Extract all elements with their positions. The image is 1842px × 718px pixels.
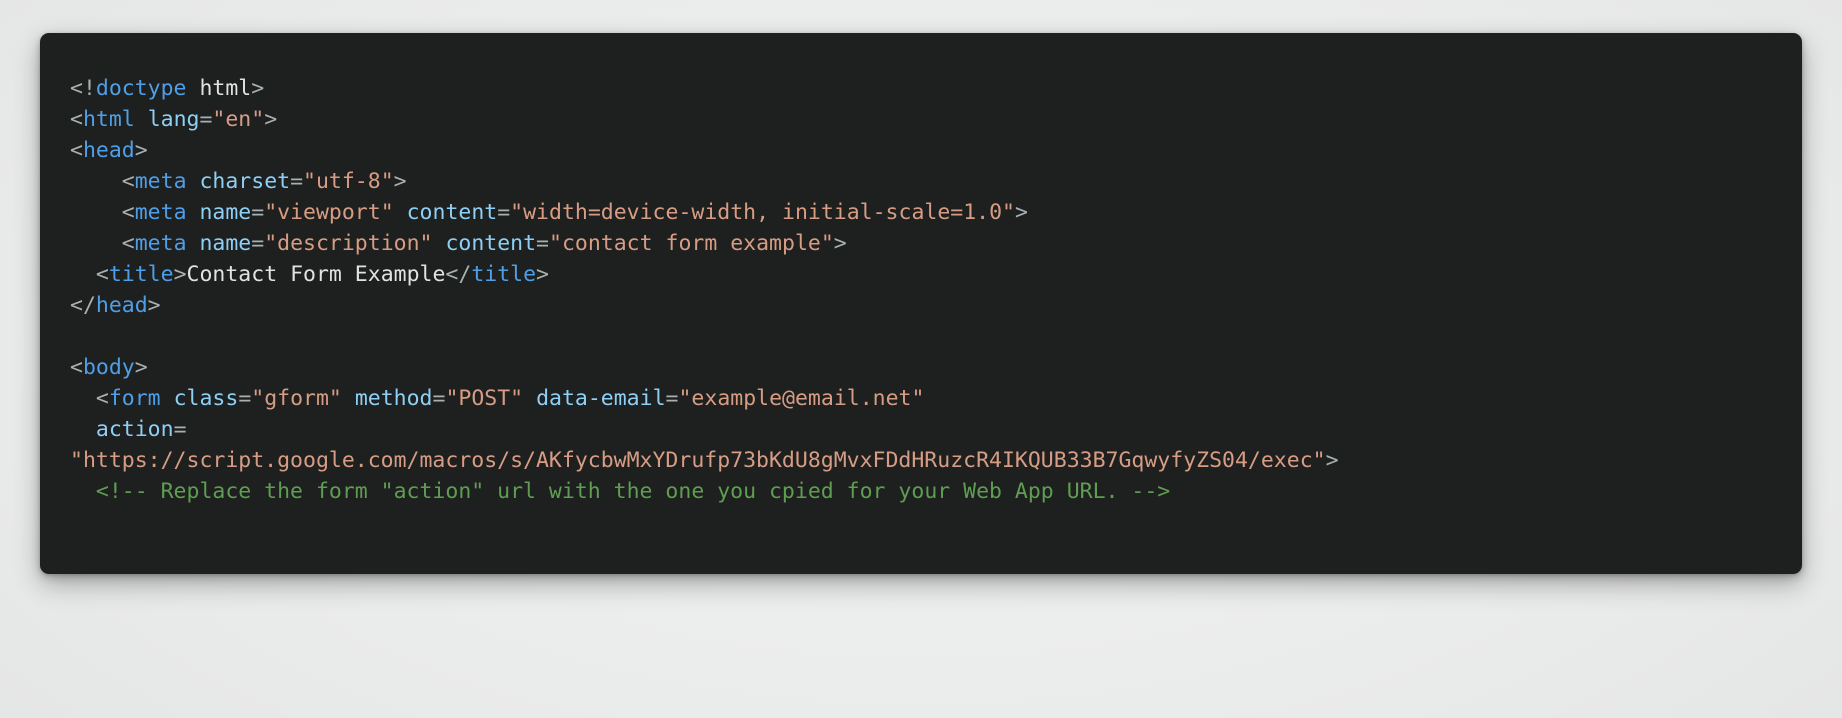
code-line: <!-- Replace the form "action" url with …	[70, 476, 1802, 507]
code-token-attr: class	[173, 386, 239, 411]
code-token-attr: name	[199, 200, 252, 225]
code-token-punc: <	[121, 169, 135, 194]
code-token-tag: title	[108, 262, 174, 287]
code-token-punc: >	[251, 76, 265, 101]
code-token-tag: doctype	[95, 76, 187, 101]
code-token-punc: >	[1325, 448, 1339, 473]
code-token-tag: meta	[134, 169, 187, 194]
code-listing[interactable]: <!doctype html> <html lang="en"> <head> …	[40, 73, 1802, 507]
code-token-punc: <	[121, 200, 135, 225]
code-token-punc: >	[134, 138, 148, 163]
code-token-punc: =	[536, 231, 549, 256]
code-token-text: html	[199, 76, 252, 101]
code-token-punc: <	[70, 355, 83, 380]
code-token-val: "example@email.net"	[678, 386, 925, 411]
code-token-tag: title	[471, 262, 537, 287]
code-token-punc: =	[199, 107, 213, 132]
code-line: <body>	[70, 352, 1802, 383]
code-line: <form class="gform" method="POST" data-e…	[70, 383, 1802, 414]
code-token-punc: >	[134, 355, 148, 380]
code-line: <head>	[70, 135, 1802, 166]
code-token-punc: >	[833, 231, 847, 256]
code-token-punc: >	[536, 262, 549, 287]
code-token-cmt: <!-- Replace the form "action" url with …	[95, 479, 1171, 504]
code-token-punc: <	[95, 386, 109, 411]
code-token-punc: </	[445, 262, 472, 287]
code-token-val: "POST"	[445, 386, 524, 411]
code-token-punc: >	[147, 293, 161, 318]
screenshot-stage: <!doctype html> <html lang="en"> <head> …	[0, 0, 1842, 718]
code-token-tag: meta	[134, 200, 187, 225]
code-token-val: "en"	[212, 107, 265, 132]
code-token-attr: charset	[199, 169, 291, 194]
code-token-val: "utf-8"	[303, 169, 394, 194]
code-line: "https://script.google.com/macros/s/AKfy…	[70, 445, 1802, 476]
code-token-punc: <	[70, 107, 83, 132]
code-token-attr: action	[95, 417, 174, 442]
code-token-punc: =	[251, 200, 265, 225]
code-token-punc: <	[95, 262, 109, 287]
code-line: </head>	[70, 290, 1802, 321]
code-line: <meta charset="utf-8">	[70, 166, 1802, 197]
code-line: <html lang="en">	[70, 104, 1802, 135]
code-token-punc: =	[251, 231, 265, 256]
code-token-punc: >	[393, 169, 407, 194]
code-line: action=	[70, 414, 1802, 445]
code-token-attr: name	[199, 231, 252, 256]
code-block-body: <!doctype html> <html lang="en"> <head> …	[40, 33, 1802, 507]
code-token-punc: <	[121, 231, 135, 256]
code-token-tag: form	[108, 386, 161, 411]
code-block-card: <!doctype html> <html lang="en"> <head> …	[40, 33, 1802, 574]
code-token-punc: <!	[70, 76, 96, 101]
code-token-tag: meta	[134, 231, 187, 256]
code-token-punc: =	[665, 386, 679, 411]
code-token-attr: method	[354, 386, 433, 411]
code-token-punc: =	[238, 386, 252, 411]
code-token-val: "width=device-width, initial-scale=1.0"	[510, 200, 1015, 225]
code-token-punc: =	[497, 200, 511, 225]
code-token-tag: head	[95, 293, 148, 318]
code-token-punc: <	[70, 138, 83, 163]
code-token-punc: =	[290, 169, 304, 194]
code-line: <!doctype html>	[70, 73, 1802, 104]
code-token-punc: =	[432, 386, 446, 411]
code-line: <title>Contact Form Example</title>	[70, 259, 1802, 290]
code-token-val: "https://script.google.com/macros/s/AKfy…	[70, 448, 1326, 473]
code-token-attr: content	[406, 200, 498, 225]
code-token-tag: html	[82, 107, 135, 132]
code-token-tag: body	[82, 355, 135, 380]
code-token-punc: >	[264, 107, 278, 132]
code-token-punc: >	[1015, 200, 1028, 225]
code-token-punc: </	[70, 293, 96, 318]
code-token-punc: >	[173, 262, 187, 287]
code-token-val: "description"	[264, 231, 433, 256]
code-token-val: "gform"	[251, 386, 342, 411]
code-line: <meta name="viewport" content="width=dev…	[70, 197, 1802, 228]
code-token-text: Contact Form Example	[186, 262, 446, 287]
code-token-val: "viewport"	[264, 200, 394, 225]
code-token-tag: head	[82, 138, 135, 163]
code-token-val: "contact form example"	[549, 231, 834, 256]
code-line: <meta name="description" content="contac…	[70, 228, 1802, 259]
code-token-punc: =	[173, 417, 187, 442]
code-token-attr: lang	[147, 107, 200, 132]
code-token-attr: content	[445, 231, 537, 256]
code-token-attr: data-email	[536, 386, 666, 411]
